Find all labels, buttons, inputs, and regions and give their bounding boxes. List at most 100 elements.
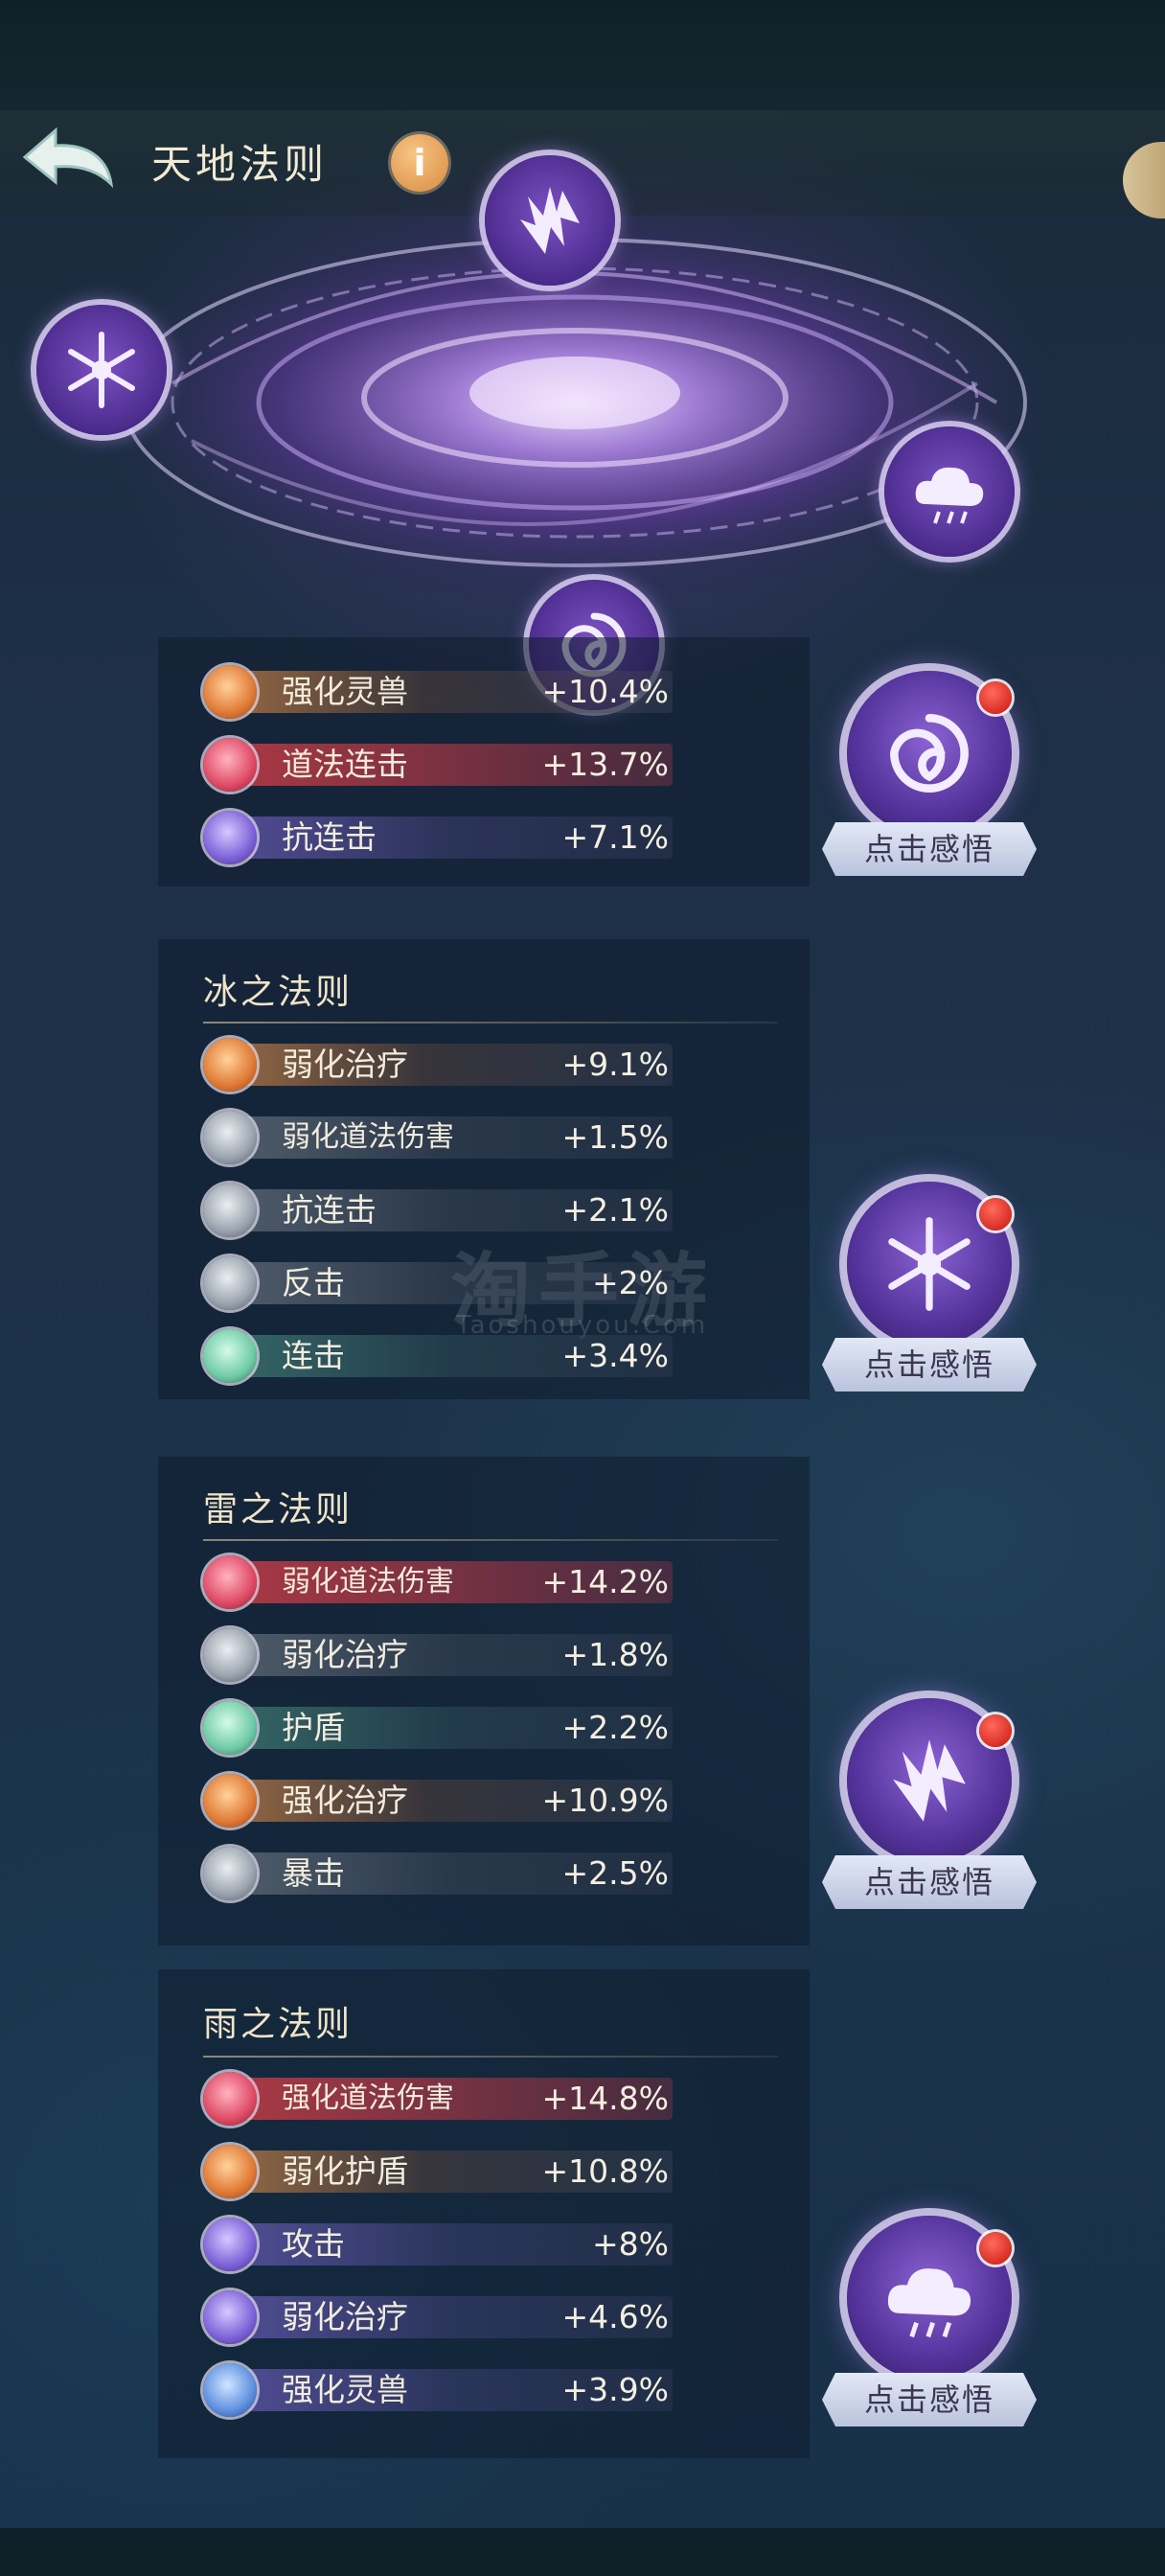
attr-name: 强化道法伤害 — [282, 2082, 454, 2115]
attr-value: +2.5% — [561, 1854, 670, 1892]
attr-name: 弱化治疗 — [282, 2298, 408, 2335]
attr-row: 强化治疗 +10.9% — [203, 1774, 673, 1828]
attr-orb-icon — [203, 738, 257, 792]
attr-orb-icon — [203, 1256, 257, 1310]
attr-row: 弱化治疗 +4.6% — [203, 2290, 673, 2344]
attr-orb-icon — [203, 1038, 257, 1092]
attr-value: +9.1% — [561, 1046, 670, 1083]
attr-orb-icon — [203, 1847, 257, 1900]
attr-orb-icon — [203, 1329, 257, 1383]
attr-name: 弱化道法伤害 — [282, 1565, 454, 1598]
attr-row: 暴击 +2.5% — [203, 1847, 673, 1900]
page-title: 天地法则 — [151, 141, 329, 188]
attr-orb-icon — [203, 1774, 257, 1828]
attr-value: +14.2% — [541, 1563, 669, 1600]
attr-value: +10.9% — [541, 1782, 669, 1819]
info-button[interactable]: i — [391, 134, 448, 192]
attr-value: +1.8% — [561, 1636, 670, 1673]
attr-name: 暴击 — [282, 1854, 345, 1892]
section-title: 冰之法则 — [203, 973, 354, 1012]
attr-row: 弱化道法伤害 +14.2% — [203, 1555, 673, 1609]
rain-cloud-icon — [887, 2268, 971, 2338]
attr-value: +3.9% — [561, 2371, 670, 2408]
attr-name: 抗连击 — [282, 1191, 377, 1229]
attr-name: 护盾 — [282, 1709, 345, 1746]
attr-name: 弱化护盾 — [282, 2152, 408, 2190]
attr-value: +2.1% — [561, 1191, 670, 1229]
attr-row: 连击 +3.4% — [203, 1329, 673, 1383]
lightning-icon — [520, 187, 580, 254]
attr-row: 强化灵兽 +3.9% — [203, 2363, 673, 2417]
section-divider — [203, 1539, 778, 1541]
section-divider — [203, 2056, 778, 2058]
attr-orb-icon — [203, 665, 257, 719]
perceive-button[interactable]: 点击感悟 — [822, 2373, 1037, 2426]
attr-name: 道法连击 — [282, 746, 408, 783]
attr-value: +13.7% — [541, 746, 669, 783]
attr-row: 强化灵兽 +10.4% — [203, 665, 673, 719]
lightning-law-icon[interactable] — [485, 155, 615, 286]
attr-value: +14.8% — [541, 2080, 669, 2117]
attr-name: 强化灵兽 — [282, 673, 408, 710]
attr-value: +2.2% — [561, 1709, 670, 1746]
attr-orb-icon — [203, 2218, 257, 2271]
ice-law-icon[interactable] — [36, 305, 167, 435]
attr-orb-icon — [203, 1111, 257, 1164]
perceive-button[interactable]: 点击感悟 — [822, 822, 1037, 876]
perceive-button[interactable]: 点击感悟 — [822, 1855, 1037, 1909]
attr-value: +7.1% — [561, 818, 670, 856]
attr-value: +4.6% — [561, 2298, 670, 2335]
attr-name: 弱化治疗 — [282, 1636, 408, 1673]
attr-name: 强化治疗 — [282, 1782, 408, 1819]
attr-value: +2% — [591, 1264, 669, 1301]
rain-law-icon[interactable] — [884, 426, 1015, 557]
notification-dot — [979, 1714, 1012, 1747]
snowflake-icon — [888, 1217, 971, 1311]
attr-name: 反击 — [282, 1264, 345, 1301]
section-title: 雷之法则 — [203, 1490, 354, 1530]
attr-name: 抗连击 — [282, 818, 377, 856]
section-title: 雨之法则 — [203, 2005, 354, 2044]
perceive-button[interactable]: 点击感悟 — [822, 1338, 1037, 1392]
notification-dot — [979, 1198, 1012, 1230]
attr-orb-icon — [203, 1184, 257, 1237]
back-arrow-icon — [22, 126, 114, 189]
attr-orb-icon — [203, 1628, 257, 1682]
attr-row: 攻击 +8% — [203, 2218, 673, 2271]
attr-name: 弱化道法伤害 — [282, 1120, 454, 1154]
snowflake-icon — [68, 332, 135, 408]
notification-dot — [979, 681, 1012, 714]
attr-orb-icon — [203, 2145, 257, 2198]
attr-name: 攻击 — [282, 2225, 345, 2263]
attr-value: +10.4% — [541, 673, 669, 710]
attr-name: 弱化治疗 — [282, 1046, 408, 1083]
attr-orb-icon — [203, 1701, 257, 1755]
attr-row: 弱化护盾 +10.8% — [203, 2145, 673, 2198]
back-button[interactable] — [19, 123, 115, 190]
attr-row: 抗连击 +7.1% — [203, 811, 673, 864]
attr-value: +3.4% — [561, 1337, 670, 1374]
notification-dot — [979, 2232, 1012, 2265]
cloud-icon — [915, 467, 984, 524]
attr-row: 护盾 +2.2% — [203, 1701, 673, 1755]
section-divider — [203, 1022, 778, 1024]
bottom-border — [0, 2528, 1165, 2576]
attr-row: 弱化道法伤害 +1.5% — [203, 1111, 673, 1164]
attr-value: +1.5% — [561, 1118, 670, 1156]
attr-orb-icon — [203, 2363, 257, 2417]
attr-orb-icon — [203, 811, 257, 864]
attr-orb-icon — [203, 2290, 257, 2344]
top-border — [0, 0, 1165, 110]
attr-row: 抗连击 +2.1% — [203, 1184, 673, 1237]
attr-value: +10.8% — [541, 2152, 669, 2190]
attr-name: 强化灵兽 — [282, 2371, 408, 2408]
attr-row: 道法连击 +13.7% — [203, 738, 673, 792]
lightning-icon — [893, 1739, 966, 1822]
attr-row: 弱化治疗 +9.1% — [203, 1038, 673, 1092]
attr-name: 连击 — [282, 1337, 345, 1374]
wind-swirl-icon — [890, 714, 969, 793]
attr-orb-icon — [203, 1555, 257, 1609]
attr-row: 弱化治疗 +1.8% — [203, 1628, 673, 1682]
attr-row: 强化道法伤害 +14.8% — [203, 2072, 673, 2126]
attr-orb-icon — [203, 2072, 257, 2126]
